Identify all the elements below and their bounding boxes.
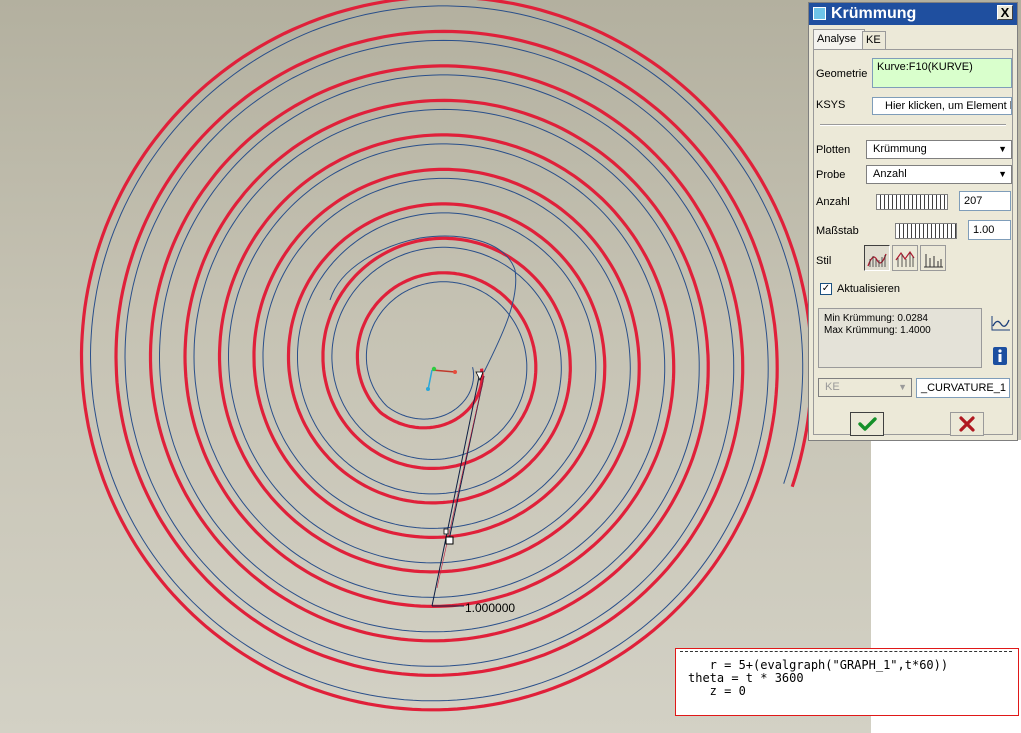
count-input[interactable]: 207 [959, 191, 1011, 211]
close-button[interactable]: X [997, 5, 1013, 20]
separator [820, 124, 1006, 126]
close-icon: X [1000, 5, 1010, 20]
ksys-collector[interactable]: Hier klicken, um Element hi [872, 97, 1012, 115]
count-label: Anzahl [816, 196, 850, 208]
feature-name-input[interactable]: _CURVATURE_1 [916, 378, 1010, 398]
plot-dropdown[interactable]: Krümmung ▼ [866, 140, 1012, 159]
cancel-button[interactable] [950, 412, 984, 436]
spiral-curve[interactable] [79, 0, 814, 712]
curvature-comb-envelope [89, 5, 804, 702]
dimension-value[interactable]: 1.000000 [465, 601, 515, 615]
min-curvature: Min Krümmung: 0.0284 [824, 313, 928, 324]
ok-button[interactable] [850, 412, 884, 436]
max-curvature: Max Krümmung: 1.4000 [824, 325, 931, 336]
scale-slider[interactable] [895, 223, 957, 239]
coordinate-system-icon [426, 366, 457, 391]
relations-box: r = 5+(evalgraph("GRAPH_1",t*60)) theta … [675, 648, 1019, 716]
results-panel: Min Krümmung: 0.0284 Max Krümmung: 1.400… [818, 308, 982, 368]
analyse-panel: Geometrie Kurve:F10(KURVE) KSYS Hier kli… [813, 49, 1013, 436]
feature-type-dropdown[interactable]: KE ▼ [818, 378, 912, 397]
chevron-down-icon: ▼ [998, 144, 1007, 154]
feature-type-value: KE [825, 381, 840, 393]
sample-dropdown[interactable]: Anzahl ▼ [866, 165, 1012, 184]
plot-label: Plotten [816, 144, 851, 156]
chevron-down-icon: ▼ [998, 169, 1007, 179]
chevron-down-icon: ▼ [898, 382, 907, 392]
style-label: Stil [816, 255, 832, 267]
ksys-label: KSYS [816, 99, 846, 111]
plot-dropdown-value: Krümmung [873, 143, 927, 155]
info-icon[interactable] [992, 346, 1008, 366]
dialog-title: Krümmung [831, 5, 917, 22]
sample-dropdown-value: Anzahl [873, 168, 907, 180]
dialog-app-icon [813, 7, 826, 20]
curvature-bars-icon [924, 254, 943, 268]
graph-icon[interactable] [990, 314, 1012, 332]
tab-ke[interactable]: KE [862, 31, 886, 49]
sample-label: Probe [816, 169, 846, 181]
dialog-titlebar[interactable]: Krümmung X [809, 3, 1017, 25]
scale-label: Maßstab [816, 225, 859, 237]
count-slider[interactable] [876, 194, 948, 210]
style-button-lines[interactable] [892, 245, 918, 271]
tab-analyse[interactable]: Analyse [813, 29, 865, 50]
relation-line-z: z = 0 [688, 684, 746, 698]
style-button-bars[interactable] [920, 245, 946, 271]
geometry-label: Geometrie [816, 68, 868, 80]
curvature-comb-icon [867, 253, 887, 267]
cross-icon [959, 416, 975, 432]
style-button-curve[interactable] [864, 245, 890, 271]
update-checkbox[interactable]: ✓ [820, 283, 832, 295]
drag-handle[interactable] [445, 536, 454, 545]
curvature-dialog: Krümmung X Analyse KE Geometrie Kurve:F1… [808, 2, 1018, 441]
curvature-line-icon [895, 250, 915, 267]
update-label: Aktualisieren [837, 283, 900, 295]
checkmark-icon [858, 417, 877, 431]
scale-input[interactable]: 1.00 [968, 220, 1011, 240]
relations-separator [680, 651, 1012, 652]
geometry-collector[interactable]: Kurve:F10(KURVE) [872, 58, 1012, 88]
